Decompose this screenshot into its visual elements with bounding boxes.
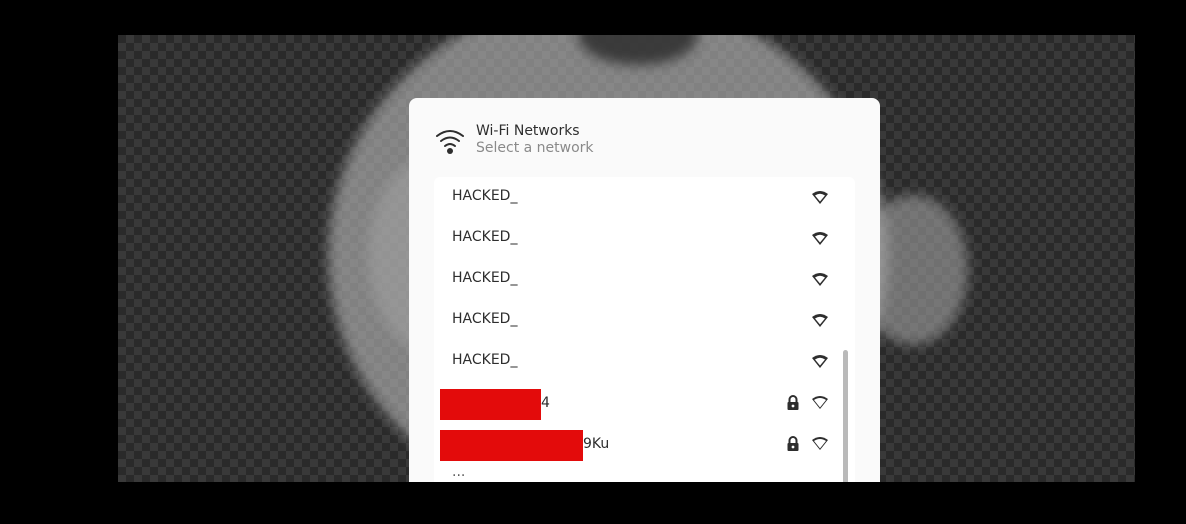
network-row-partial[interactable]: ··· [434,464,855,482]
wifi-signal-icon [812,355,828,368]
network-list-scrollbar[interactable] [843,350,851,482]
network-row[interactable]: HACKED_ [434,218,855,259]
dialog-header: Wi-Fi Networks Select a network [409,98,880,178]
network-row[interactable]: 9Ku [434,423,855,464]
network-name: HACKED_ [452,270,518,286]
dialog-subtitle: Select a network [476,140,594,156]
wifi-signal-icon [812,273,828,286]
redaction-box [440,389,541,420]
dialog-title: Wi-Fi Networks [476,123,580,139]
wifi-signal-icon [812,232,828,245]
network-list: HACKED_ HACKED_ HACKED_ HACKED_ HACKED_ … [434,177,855,482]
network-name: HACKED_ [452,352,518,368]
wifi-signal-icon [812,314,828,327]
network-name: 4 [541,395,550,411]
network-row[interactable]: HACKED_ [434,341,855,382]
wifi-networks-dialog: Wi-Fi Networks Select a network HACKED_ … [409,98,880,482]
lock-icon [787,395,799,410]
network-row[interactable]: 4 [434,382,855,423]
network-name: HACKED_ [452,188,518,204]
scrollbar-thumb[interactable] [843,350,848,482]
network-name-cut: ··· [452,468,466,482]
lock-icon [787,436,799,451]
network-name: HACKED_ [452,311,518,327]
network-row[interactable]: HACKED_ [434,177,855,218]
network-row[interactable]: HACKED_ [434,300,855,341]
desktop-background: Wi-Fi Networks Select a network HACKED_ … [118,35,1135,482]
redaction-box [440,430,583,461]
wifi-icon [436,130,464,154]
network-name: HACKED_ [452,229,518,245]
wifi-signal-icon [812,191,828,204]
wifi-signal-icon [812,396,828,409]
network-row[interactable]: HACKED_ [434,259,855,300]
wifi-signal-icon [812,437,828,450]
network-name: 9Ku [583,436,610,452]
